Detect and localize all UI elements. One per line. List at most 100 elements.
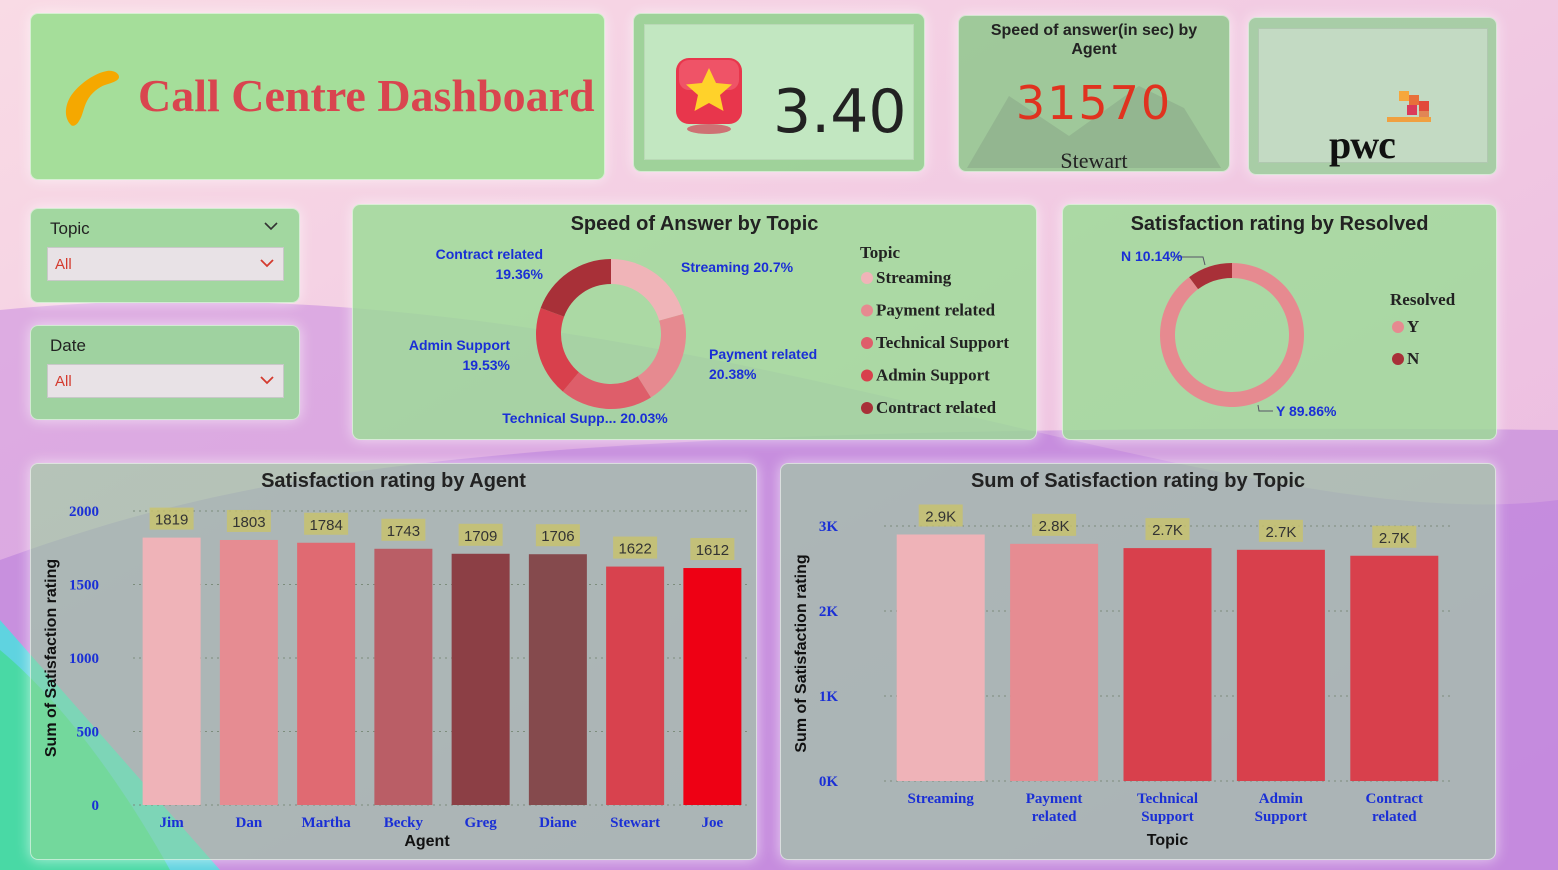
bar-data-label: 1784	[309, 517, 342, 534]
bar-data-label: 1622	[618, 541, 651, 558]
avg-rating-card: 3.40	[633, 13, 925, 172]
speed-kpi-card: Speed of answer(in sec) by Agent 31570 S…	[958, 15, 1230, 173]
donut-data-label: Contract related	[436, 246, 543, 262]
bar[interactable]	[219, 539, 278, 805]
date-dropdown-value: All	[55, 373, 72, 390]
donut-data-label: 20.38%	[709, 366, 757, 382]
legend-item[interactable]: Technical Support	[876, 333, 1009, 352]
donut-data-label: Streaming 20.7%	[681, 259, 794, 275]
bar-data-label: 2.7K	[1152, 522, 1183, 539]
x-tick-label: Joe	[702, 815, 724, 831]
bar-data-label: 1709	[464, 528, 497, 545]
date-slicer-label: Date	[50, 336, 86, 355]
x-tick-label: Jim	[160, 815, 185, 831]
topic-dropdown-value: All	[55, 256, 72, 273]
agent-bar-chart: 0 500 1000 1500 2000 1819 Jim 1803 Dan 1784 Martha…	[43, 504, 751, 850]
x-tick-label: Stewart	[610, 815, 660, 831]
legend-marker	[861, 402, 873, 414]
bar-data-label: 1743	[387, 523, 420, 540]
dashboard-title: Call Centre Dashboard	[138, 70, 595, 121]
y-tick-label: 1K	[819, 689, 839, 705]
y-tick-label: 2000	[69, 504, 99, 520]
y-axis-label: Sum of Satisfaction rating	[793, 554, 810, 752]
bar-data-label: 2.7K	[1265, 524, 1296, 541]
donut-data-label: Y 89.86%	[1276, 403, 1337, 419]
bar[interactable]	[528, 554, 587, 805]
pwc-logo-text: pwc	[1329, 122, 1396, 167]
legend-item[interactable]: Contract related	[876, 398, 997, 417]
legend-item[interactable]: Y	[1407, 317, 1419, 336]
legend-marker	[1392, 353, 1404, 365]
x-tick-label: Payment	[1026, 791, 1083, 807]
y-tick-label: 0	[92, 798, 100, 814]
avg-rating-inner: 3.40	[644, 24, 914, 160]
x-axis-label: Topic	[1147, 832, 1189, 849]
donut-slice-streaming[interactable]	[611, 259, 684, 321]
x-tick-label: Martha	[302, 815, 352, 831]
legend-item[interactable]: Payment related	[876, 301, 996, 320]
agent-bar-card: Satisfaction rating by Agent 0 500 1000 150…	[30, 463, 757, 860]
avg-rating-value: 3.40	[773, 77, 907, 147]
date-slicer[interactable]: Date All	[30, 325, 300, 420]
donut-slice-contract-related[interactable]	[540, 259, 611, 317]
x-tick-label: related	[1032, 809, 1077, 825]
legend-item[interactable]: Admin Support	[876, 366, 990, 385]
topic-slicer-label: Topic	[50, 219, 90, 238]
bar[interactable]	[1010, 543, 1099, 781]
legend-marker	[861, 272, 873, 284]
x-tick-label: Diane	[539, 815, 577, 831]
bar[interactable]	[606, 566, 665, 805]
x-tick-label: Becky	[384, 815, 424, 831]
topic-slicer[interactable]: Topic All	[30, 208, 300, 303]
bar[interactable]	[1350, 555, 1439, 781]
x-tick-label: related	[1372, 809, 1417, 825]
bar[interactable]	[896, 534, 985, 782]
pwc-logo-icon	[1387, 91, 1431, 122]
speed-kpi-title-line1: Speed of answer(in sec) by	[990, 22, 1198, 39]
y-tick-label: 1500	[69, 578, 99, 594]
legend-title: Topic	[860, 243, 900, 262]
donut-slice-admin-support[interactable]	[536, 307, 579, 392]
bar[interactable]	[1123, 548, 1212, 781]
donut-slice-technical-support[interactable]	[562, 372, 651, 409]
y-tick-label: 0K	[819, 774, 839, 790]
bar[interactable]	[374, 548, 433, 805]
bar[interactable]	[142, 537, 201, 805]
legend-item[interactable]: N	[1407, 349, 1420, 368]
speed-kpi-agent: Stewart	[1060, 148, 1128, 173]
bar[interactable]	[1236, 549, 1325, 781]
legend-item[interactable]: Streaming	[876, 268, 952, 287]
resolved-donut: Y 89.86% N 10.14% Resolved YN	[1121, 248, 1456, 419]
speed-kpi-value: 31570	[1015, 76, 1173, 130]
bar-data-label: 2.8K	[1039, 518, 1070, 535]
chevron-down-icon[interactable]	[259, 258, 275, 268]
donut-slice-n[interactable]	[1189, 263, 1232, 290]
y-axis-label: Sum of Satisfaction rating	[43, 559, 60, 757]
topic-dropdown[interactable]: All	[47, 247, 284, 281]
chevron-down-icon[interactable]	[263, 221, 279, 231]
bar[interactable]	[451, 553, 510, 805]
bar-data-label: 2.7K	[1379, 530, 1410, 547]
star-icon	[676, 58, 742, 134]
x-tick-label: Contract	[1366, 791, 1423, 807]
x-tick-label: Technical	[1137, 791, 1198, 807]
donut-slice-payment-related[interactable]	[637, 313, 686, 398]
logo-card: pwc	[1248, 17, 1497, 175]
donut-slice-y[interactable]	[1160, 263, 1304, 407]
bar-data-label: 1803	[232, 514, 265, 531]
chevron-down-icon[interactable]	[259, 375, 275, 385]
x-tick-label: Dan	[236, 815, 263, 831]
x-axis-label: Agent	[404, 833, 450, 850]
donut-data-label: Admin Support	[409, 337, 510, 353]
bar[interactable]	[297, 542, 356, 805]
leader-line	[1257, 404, 1273, 412]
x-tick-label: Support	[1141, 809, 1194, 825]
donut-data-label: 19.53%	[463, 357, 511, 373]
bar[interactable]	[683, 568, 742, 805]
donut-data-label: N 10.14%	[1121, 248, 1183, 264]
date-dropdown[interactable]: All	[47, 364, 284, 398]
title-card: Call Centre Dashboard	[30, 13, 605, 180]
y-tick-label: 1000	[69, 651, 99, 667]
donut-data-label: Payment related	[709, 346, 817, 362]
speed-kpi-title-line2: Agent	[1071, 41, 1117, 58]
